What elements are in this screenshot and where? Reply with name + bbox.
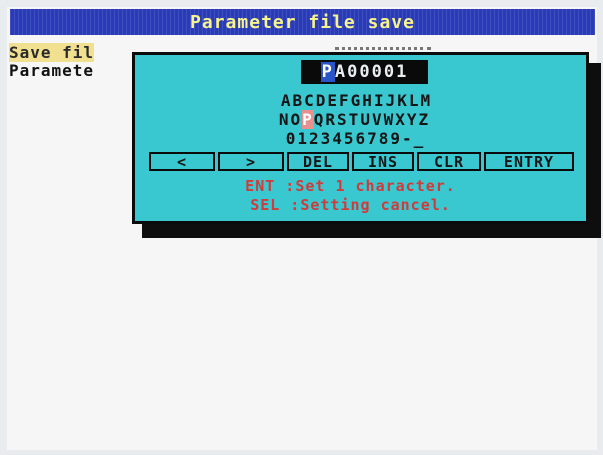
selected-key[interactable]: P [302,110,314,129]
filename-text: A00001 [334,62,409,82]
filename-field[interactable]: P A00001 [301,60,428,84]
delete-button[interactable]: DEL [287,152,349,171]
keys-before-selection[interactable]: NO [279,110,302,129]
cursor-left-button[interactable]: < [149,152,215,171]
save-file-menu-item[interactable]: Save fil [9,43,95,62]
clear-button[interactable]: CLR [417,152,481,171]
screen-title: Parameter file save [10,9,595,35]
help-text-ent: ENT :Set 1 character. [245,177,456,195]
entry-button[interactable]: ENTRY [484,152,574,171]
text-cursor: P [320,62,335,82]
keyboard-row-digits[interactable]: 0123456789-_ [130,130,581,148]
cursor-right-button[interactable]: > [218,152,284,171]
keys-after-selection[interactable]: QRSTUVWXYZ [314,110,430,129]
keyboard-row-letters-1[interactable]: ABCDEFGHIJKLM [131,92,582,110]
insert-button[interactable]: INS [352,152,414,171]
save-file-label: Save fil [9,43,95,62]
filename-input-dialog: P A00001 ABCDEFGHIJKLM NOPQRSTUVWXYZ 0123… [132,52,589,224]
help-text-sel: SEL :Setting cancel. [250,196,451,214]
dialog-button-bar: < > DEL INS CLR ENTRY [149,152,589,173]
keyboard-row-letters-2[interactable]: NOPQRSTUVWXYZ [129,110,580,129]
lcd-screen: Parameter file save Save fil Paramete PA… [7,7,601,450]
parameter-menu-item[interactable]: Paramete [9,62,94,80]
